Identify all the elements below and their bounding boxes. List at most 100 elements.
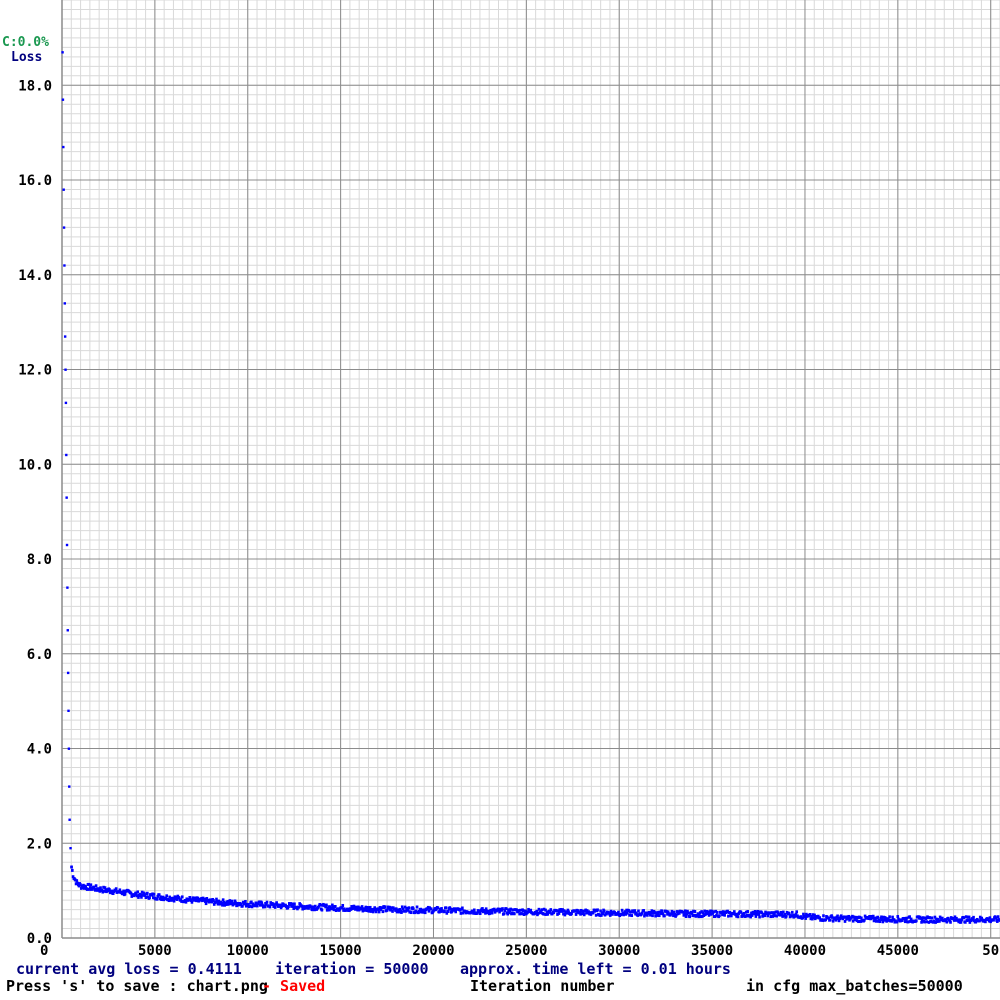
- loss-point: [64, 368, 67, 371]
- legend-map-label: C:0.0%: [2, 35, 49, 50]
- time-left-status: approx. time left = 0.01 hours: [460, 960, 731, 978]
- loss-point: [537, 907, 541, 911]
- loss-point: [62, 145, 65, 149]
- y-tick-labels: 0.02.04.06.08.010.012.014.016.018.0: [18, 78, 52, 947]
- loss-point: [938, 919, 941, 923]
- loss-point: [108, 888, 111, 892]
- loss-point: [388, 905, 391, 909]
- loss-point: [790, 910, 794, 914]
- loss-point: [63, 264, 66, 267]
- loss-point: [94, 884, 98, 888]
- loss-point: [834, 918, 838, 922]
- loss-point: [822, 914, 825, 918]
- loss-point: [736, 915, 740, 919]
- y-tick-label: 6.0: [27, 647, 52, 663]
- y-tick-label: 8.0: [27, 552, 52, 568]
- loss-point: [63, 302, 67, 305]
- loss-point: [617, 910, 620, 914]
- loss-point: [718, 914, 721, 918]
- loss-point: [686, 911, 690, 915]
- y-tick-label: 12.0: [18, 363, 52, 379]
- loss-point: [945, 920, 949, 924]
- x-tick-label: 35000: [691, 943, 733, 959]
- loss-point: [923, 920, 926, 924]
- loss-point: [325, 903, 328, 907]
- loss-point: [320, 908, 324, 912]
- loss-point: [70, 865, 73, 869]
- loss-point: [265, 900, 269, 904]
- loss-point: [217, 899, 220, 903]
- loss-point: [66, 586, 69, 589]
- loss-point: [651, 914, 654, 918]
- loss-point: [381, 910, 385, 914]
- loss-point: [972, 915, 975, 919]
- loss-point: [180, 895, 184, 899]
- save-hint: Press 's' to save : chart.png: [6, 977, 268, 995]
- loss-point: [988, 916, 992, 920]
- loss-point: [221, 903, 224, 907]
- loss-point: [642, 909, 645, 913]
- loss-point: [165, 894, 168, 898]
- loss-point: [828, 918, 832, 922]
- y-tick-label: 18.0: [18, 78, 52, 94]
- legend-loss-label: Loss: [11, 50, 42, 65]
- loss-point: [775, 914, 778, 918]
- loss-point: [522, 909, 525, 913]
- loss-point: [89, 883, 93, 887]
- loss-point: [488, 911, 492, 915]
- x-axis-label: Iteration number: [470, 977, 615, 995]
- loss-point: [313, 904, 317, 908]
- loss-point: [594, 913, 598, 917]
- loss-point: [65, 543, 69, 547]
- loss-point: [66, 629, 69, 632]
- loss-point: [459, 911, 463, 915]
- x-tick-label: 50: [982, 943, 999, 959]
- loss-point: [509, 907, 512, 911]
- loss-point: [928, 916, 932, 920]
- loss-point: [601, 912, 605, 916]
- loss-point: [663, 914, 666, 918]
- loss-point: [824, 918, 828, 922]
- loss-point: [996, 915, 1000, 919]
- loss-point: [65, 453, 68, 457]
- loss-point: [742, 911, 746, 915]
- loss-point: [753, 910, 757, 914]
- loss-point: [895, 920, 899, 924]
- x-tick-label: 20000: [412, 943, 454, 959]
- x-tick-label: 15000: [320, 943, 362, 959]
- loss-point: [750, 913, 754, 917]
- loss-point: [504, 907, 508, 911]
- loss-point: [446, 909, 450, 913]
- loss-point: [930, 916, 934, 920]
- loss-point: [906, 920, 910, 924]
- loss-point: [62, 188, 65, 191]
- x-tick-label: 0: [40, 943, 48, 959]
- iteration-status: iteration = 50000: [275, 960, 429, 978]
- minor-grid: [61, 0, 1000, 939]
- loss-point: [513, 912, 516, 916]
- loss-point: [85, 887, 89, 891]
- loss-point: [727, 914, 730, 918]
- saved-indicator: - Saved: [262, 977, 326, 995]
- loss-point: [412, 907, 415, 911]
- loss-point: [630, 914, 634, 918]
- loss-point: [769, 915, 773, 919]
- max-batches-info: in cfg max_batches=50000: [746, 977, 963, 995]
- loss-point: [334, 905, 337, 909]
- loss-point: [962, 916, 966, 920]
- loss-point: [67, 709, 70, 713]
- loss-point: [68, 818, 71, 821]
- loss-point: [148, 896, 151, 900]
- loss-point: [888, 915, 891, 919]
- loss-point: [66, 671, 70, 675]
- loss-point: [688, 915, 692, 919]
- loss-point: [415, 905, 419, 909]
- loss-point: [443, 909, 446, 913]
- loss-point: [297, 905, 301, 909]
- loss-point: [429, 907, 433, 911]
- loss-point: [423, 911, 427, 915]
- loss-point: [596, 908, 599, 912]
- major-grid: [61, 0, 1000, 939]
- loss-point: [248, 904, 252, 908]
- loss-point: [230, 899, 234, 903]
